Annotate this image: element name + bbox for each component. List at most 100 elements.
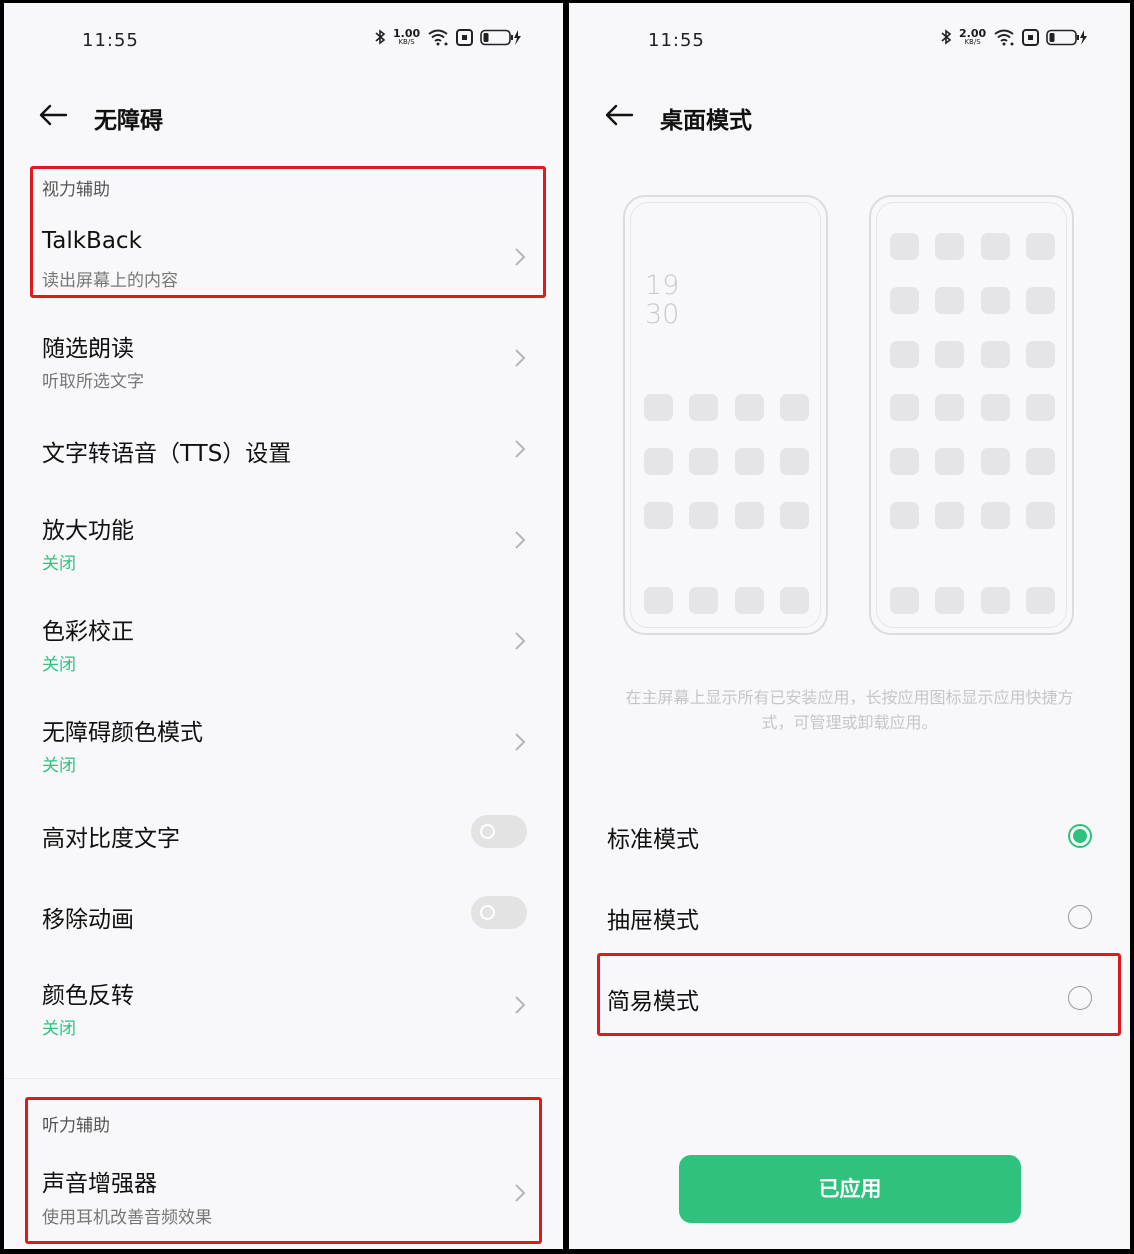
app-icon-placeholder xyxy=(981,233,1010,260)
app-icon-placeholder xyxy=(890,448,919,475)
item-title: 随选朗读 xyxy=(42,336,134,362)
mode-description: 在主屏幕上显示所有已安装应用，长按应用图标显示应用快捷方式，可管理或卸载应用。 xyxy=(625,688,1074,732)
high-contrast-text-item: 高对比度文字 xyxy=(4,798,563,870)
color-inversion-item[interactable]: 颜色反转 关闭 xyxy=(4,960,563,1050)
nfc-icon xyxy=(456,28,474,46)
app-icon-placeholder xyxy=(780,394,809,421)
page-title: 桌面模式 xyxy=(660,108,752,134)
bluetooth-icon xyxy=(374,29,386,45)
radio-selected-icon[interactable] xyxy=(1068,824,1092,848)
app-icon-placeholder xyxy=(644,587,673,614)
item-title: 色彩校正 xyxy=(42,619,134,645)
item-title: 放大功能 xyxy=(42,518,134,544)
chevron-right-icon xyxy=(515,531,526,549)
section-divider xyxy=(4,1078,563,1079)
app-icon-placeholder xyxy=(981,587,1010,614)
wifi-icon xyxy=(427,28,449,46)
app-icon-placeholder xyxy=(735,502,764,529)
app-icon-placeholder xyxy=(1026,587,1055,614)
mode-option-label: 抽屉模式 xyxy=(607,908,699,934)
app-icon-placeholder xyxy=(935,394,964,421)
app-icon-placeholder xyxy=(890,394,919,421)
apply-button[interactable]: 已应用 xyxy=(679,1155,1021,1223)
app-icon-placeholder xyxy=(1026,287,1055,314)
app-icon-placeholder xyxy=(935,233,964,260)
select-to-speak-item[interactable]: 随选朗读 听取所选文字 xyxy=(4,313,563,403)
app-icon-placeholder xyxy=(935,448,964,475)
battery-charging-icon xyxy=(1046,29,1088,46)
app-icon-placeholder xyxy=(689,587,718,614)
preview-clock: 19 30 xyxy=(645,270,680,330)
bluetooth-icon xyxy=(940,29,952,45)
status-bar: 11:55 2.00 KB/S xyxy=(569,3,1130,81)
highlight-box-vision xyxy=(30,166,546,298)
item-title: 文字转语音（TTS）设置 xyxy=(42,441,292,467)
status-time: 11:55 xyxy=(82,30,139,51)
status-bar: 11:55 1.00 KB/S xyxy=(4,3,563,81)
status-icons: 2.00 KB/S xyxy=(940,28,1088,46)
app-icon-placeholder xyxy=(735,448,764,475)
chevron-right-icon xyxy=(515,440,526,458)
app-icon-placeholder xyxy=(981,394,1010,421)
app-icon-placeholder xyxy=(735,587,764,614)
app-icon-placeholder xyxy=(935,502,964,529)
color-correction-item[interactable]: 色彩校正 关闭 xyxy=(4,596,563,686)
app-icon-placeholder xyxy=(1026,341,1055,368)
network-speed: 2.00 KB/S xyxy=(959,27,987,46)
app-icon-placeholder xyxy=(1026,233,1055,260)
app-icon-placeholder xyxy=(735,394,764,421)
app-icon-placeholder xyxy=(890,233,919,260)
status-icons: 1.00 KB/S xyxy=(374,28,522,46)
network-speed: 1.00 KB/S xyxy=(393,27,421,46)
mode-option-drawer[interactable]: 抽屉模式 xyxy=(569,877,1130,957)
chevron-right-icon xyxy=(515,996,526,1014)
tts-settings-item[interactable]: 文字转语音（TTS）设置 xyxy=(4,413,563,485)
app-icon-placeholder xyxy=(890,587,919,614)
remove-animations-toggle[interactable] xyxy=(471,896,527,929)
back-arrow-icon[interactable] xyxy=(603,99,635,131)
item-subtitle: 听取所选文字 xyxy=(42,372,144,392)
accessibility-settings-screen: 11:55 1.00 KB/S 无障碍 视力辅助 TalkBack 读出屏幕上的… xyxy=(4,3,563,1249)
app-icon-placeholder xyxy=(689,394,718,421)
battery-charging-icon xyxy=(480,29,522,46)
app-icon-placeholder xyxy=(981,502,1010,529)
radio-unselected-icon[interactable] xyxy=(1068,905,1092,929)
app-icon-placeholder xyxy=(780,587,809,614)
app-icon-placeholder xyxy=(780,448,809,475)
page-title: 无障碍 xyxy=(94,108,163,134)
item-status: 关闭 xyxy=(42,655,76,675)
app-icon-placeholder xyxy=(644,448,673,475)
highlight-box-simple-mode xyxy=(597,953,1121,1036)
app-icon-placeholder xyxy=(890,287,919,314)
item-title: 颜色反转 xyxy=(42,983,134,1009)
app-icon-placeholder xyxy=(689,502,718,529)
high-contrast-toggle[interactable] xyxy=(471,815,527,848)
chevron-right-icon xyxy=(515,733,526,751)
status-time: 11:55 xyxy=(648,30,705,51)
app-icon-placeholder xyxy=(780,502,809,529)
chevron-right-icon xyxy=(515,632,526,650)
app-icon-placeholder xyxy=(644,502,673,529)
app-icon-placeholder xyxy=(1026,448,1055,475)
accessibility-color-mode-item[interactable]: 无障碍颜色模式 关闭 xyxy=(4,697,563,787)
launcher-mode-screen: 11:55 2.00 KB/S 桌面模式 19 30 在主屏幕上显示所有已安装应… xyxy=(569,3,1130,1249)
mode-option-standard[interactable]: 标准模式 xyxy=(569,796,1130,876)
magnification-item[interactable]: 放大功能 关闭 xyxy=(4,495,563,585)
back-arrow-icon[interactable] xyxy=(37,99,69,131)
nfc-icon xyxy=(1022,28,1040,46)
item-status: 关闭 xyxy=(42,1019,76,1039)
item-title: 高对比度文字 xyxy=(42,826,180,852)
remove-animations-item: 移除动画 xyxy=(4,879,563,951)
app-icon-placeholder xyxy=(689,448,718,475)
app-icon-placeholder xyxy=(890,341,919,368)
app-icon-placeholder xyxy=(890,502,919,529)
mode-preview-phone-grid xyxy=(869,195,1074,635)
chevron-right-icon xyxy=(515,349,526,367)
item-status: 关闭 xyxy=(42,554,76,574)
item-status: 关闭 xyxy=(42,756,76,776)
app-icon-placeholder xyxy=(935,287,964,314)
mode-preview-phone: 19 30 xyxy=(623,195,828,635)
app-icon-placeholder xyxy=(1026,502,1055,529)
app-icon-placeholder xyxy=(935,341,964,368)
app-icon-placeholder xyxy=(981,448,1010,475)
